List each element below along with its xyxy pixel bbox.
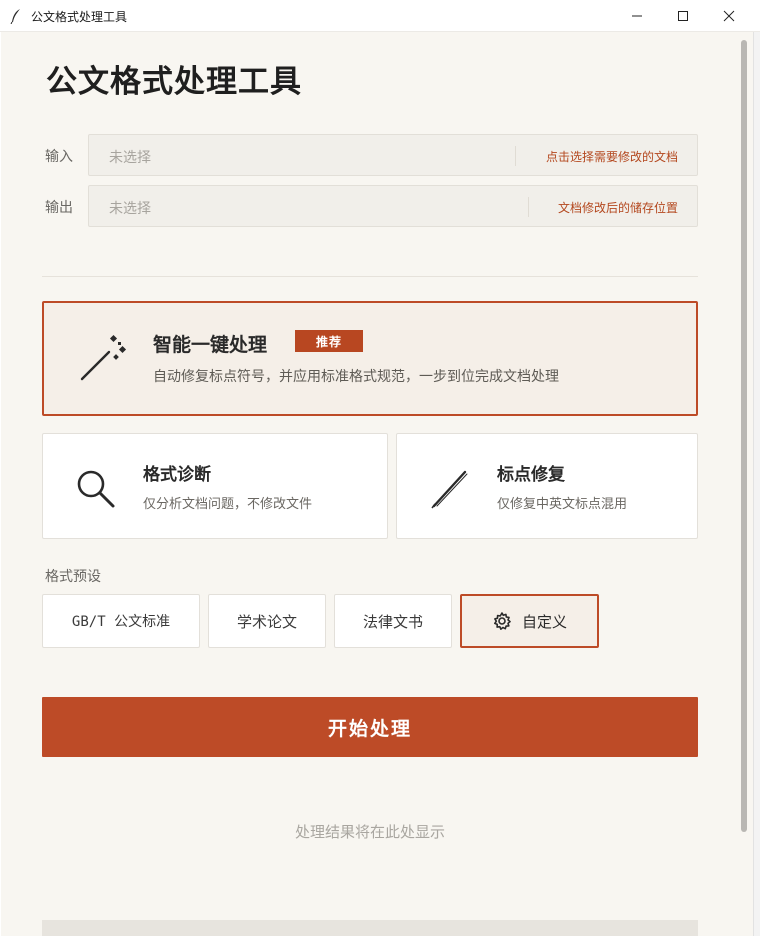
preset-custom-label: 自定义 [521,612,567,631]
result-panel-edge [42,920,698,936]
minimize-button[interactable] [614,0,660,31]
window-edge [753,32,760,936]
output-label: 输出 [45,200,73,216]
input-placeholder: 未选择 [109,150,151,166]
smart-process-title: 智能一键处理 [153,334,268,356]
field-separator [528,197,529,217]
output-file-field[interactable]: 未选择 文档修改后的储存位置 [88,185,698,227]
vertical-scrollbar[interactable] [741,40,747,832]
search-icon [77,470,115,508]
preset-legal-button[interactable]: 法律文书 [334,594,452,648]
minimize-icon [632,15,642,16]
pen-icon [431,470,468,509]
input-label: 输入 [45,149,73,165]
field-separator [515,146,516,166]
gear-icon [493,612,511,630]
section-divider [42,276,698,277]
format-diagnose-desc: 仅分析文档问题，不修改文件 [143,497,313,512]
window-title: 公文格式处理工具 [31,10,128,24]
close-button[interactable] [706,0,752,31]
preset-custom-button[interactable]: 自定义 [460,594,599,648]
result-placeholder: 处理结果将在此处显示 [294,823,445,841]
feather-icon [10,9,20,24]
select-input-link[interactable]: 点击选择需要修改的文档 [546,148,678,165]
output-placeholder: 未选择 [109,201,151,217]
punctuation-fix-desc: 仅修复中英文标点混用 [497,497,628,512]
smart-process-desc: 自动修复标点符号，并应用标准格式规范，一步到位完成文档处理 [153,369,559,385]
page-title: 公文格式处理工具 [46,64,302,100]
preset-gbt-button[interactable]: GB/T 公文标准 [42,594,200,648]
format-diagnose-card[interactable]: 格式诊断 仅分析文档问题，不修改文件 [42,433,388,539]
maximize-button[interactable] [660,0,706,31]
smart-process-card[interactable]: 智能一键处理 推荐 自动修复标点符号，并应用标准格式规范，一步到位完成文档处理 [42,301,698,416]
recommend-badge: 推荐 [295,330,363,352]
start-process-button[interactable]: 开始处理 [42,697,698,757]
punctuation-fix-card[interactable]: 标点修复 仅修复中英文标点混用 [396,433,698,539]
magic-wand-icon [80,334,127,381]
close-icon [723,10,735,21]
input-file-field[interactable]: 未选择 点击选择需要修改的文档 [88,134,698,176]
maximize-icon [678,10,688,21]
preset-section-label: 格式预设 [45,569,101,585]
punctuation-fix-title: 标点修复 [497,465,565,485]
window-titlebar: 公文格式处理工具 [0,0,760,32]
select-output-link[interactable]: 文档修改后的储存位置 [558,199,678,216]
preset-academic-button[interactable]: 学术论文 [208,594,326,648]
format-diagnose-title: 格式诊断 [143,465,211,485]
